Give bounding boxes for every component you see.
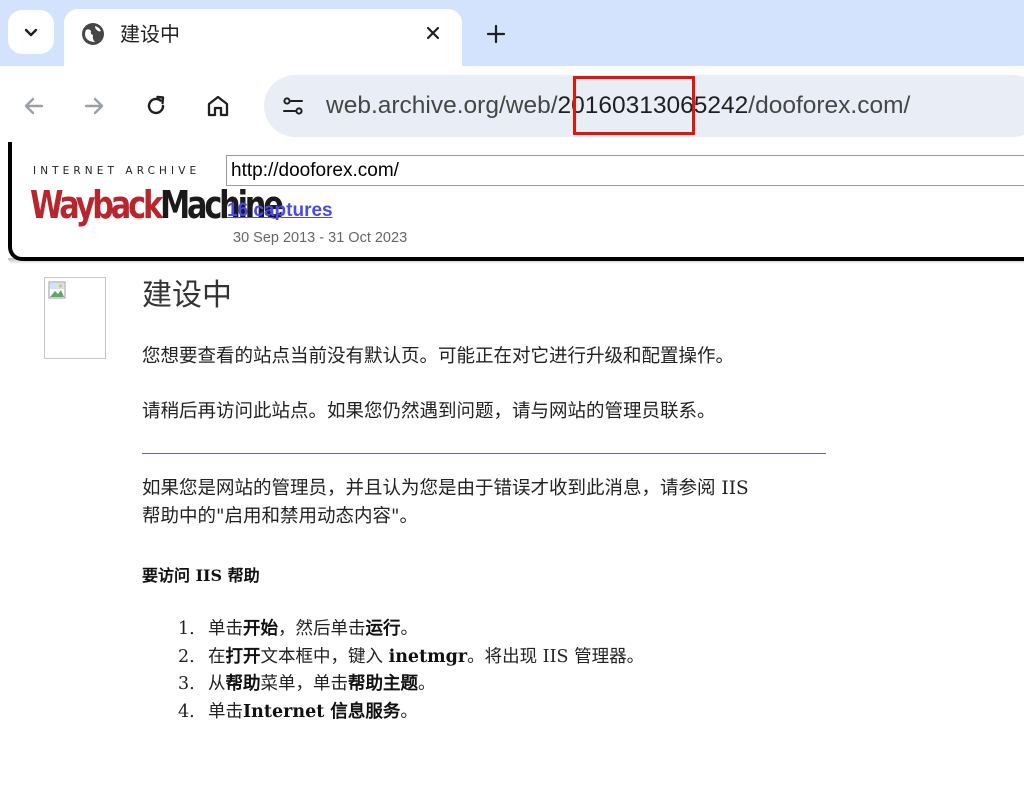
- paragraph-admin-line1: 如果您是网站的管理员，并且认为您是由于错误才收到此消息，请参阅 IIS: [142, 478, 749, 499]
- list-item: 3. 从帮助菜单，单击帮助主题。: [178, 674, 436, 694]
- broken-image-icon: [48, 281, 66, 299]
- home-icon: [207, 95, 229, 117]
- captures-link[interactable]: 16 captures: [227, 200, 333, 222]
- back-button[interactable]: [16, 88, 52, 124]
- paragraph-try-later: 请稍后再访问此站点。如果您仍然遇到问题，请与网站的管理员联系。: [142, 401, 716, 422]
- help-steps-list: 1. 单击开始，然后单击运行。 2. 在打开文本框中，键入 inetmgr。将出现 …: [178, 616, 644, 726]
- reload-button[interactable]: [138, 88, 174, 124]
- forward-button[interactable]: [76, 88, 112, 124]
- tab-title: 建设中: [120, 22, 180, 46]
- paragraph-no-default-page: 您想要查看的站点当前没有默认页。可能正在对它进行升级和配置操作。: [142, 346, 735, 367]
- chevron-down-icon: [24, 28, 38, 37]
- arrow-right-icon: [84, 97, 104, 115]
- reload-icon: [147, 95, 165, 115]
- list-item: 2. 在打开文本框中，键入 inetmgr。将出现 IIS 管理器。: [178, 646, 645, 667]
- globe-icon: [82, 23, 104, 45]
- arrow-left-icon: [24, 97, 44, 115]
- close-icon: [426, 26, 440, 40]
- paragraph-admin-line2: 帮助中的"启用和禁用动态内容"。: [142, 506, 419, 527]
- url-prefix: web.archive.org/web/: [326, 92, 558, 119]
- url-suffix: /dooforex.com/: [748, 92, 911, 119]
- wayback-url-input[interactable]: http://dooforex.com/: [226, 155, 1024, 186]
- new-tab-button[interactable]: [480, 18, 512, 50]
- tab-close-button[interactable]: [420, 20, 446, 46]
- tab-search-button[interactable]: [8, 10, 54, 54]
- divider: [142, 453, 826, 454]
- browser-toolbar: web.archive.org/web/20160313065242/doofo…: [0, 66, 1024, 146]
- list-item: 4. 单击Internet 信息服务。: [178, 701, 418, 722]
- iis-help-heading: 要访问 IIS 帮助: [142, 566, 260, 585]
- list-item: 1. 单击开始，然后单击运行。: [178, 619, 418, 639]
- tab-strip: 建设中: [0, 0, 1024, 66]
- home-button[interactable]: [200, 88, 236, 124]
- active-tab[interactable]: 建设中: [64, 9, 462, 66]
- broken-image: [44, 277, 106, 359]
- internet-archive-label: INTERNET ARCHIVE: [33, 165, 201, 177]
- logo-wayback: Wayback: [30, 183, 163, 227]
- plus-icon: [486, 24, 506, 44]
- captures-date-range: 30 Sep 2013 - 31 Oct 2023: [233, 230, 408, 246]
- site-info-button[interactable]: [278, 91, 308, 121]
- timestamp-highlight-box: [573, 76, 695, 135]
- page-title: 建设中: [142, 278, 232, 313]
- tune-icon: [283, 97, 303, 115]
